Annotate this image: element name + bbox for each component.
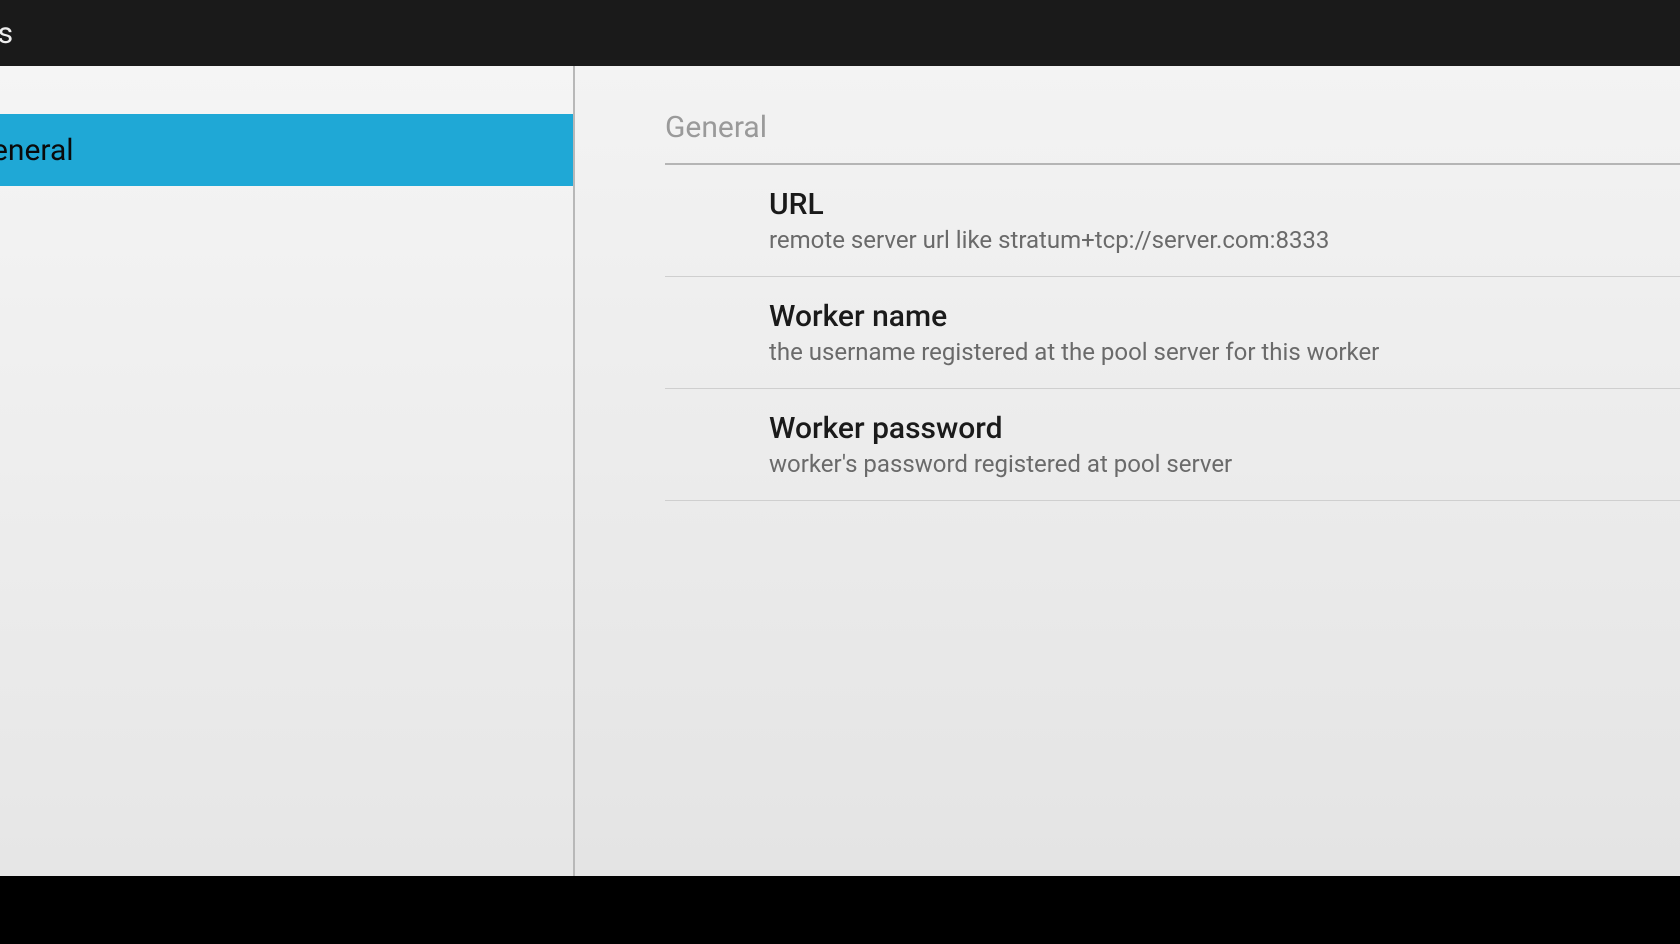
pref-title: Worker password [769, 411, 1660, 446]
action-bar: js [0, 0, 1680, 66]
pref-item-worker-password[interactable]: Worker password worker's password regist… [665, 389, 1680, 501]
sidebar-item-label: eneral [0, 133, 74, 168]
pref-title: Worker name [769, 299, 1660, 334]
preference-list: URL remote server url like stratum+tcp:/… [665, 165, 1680, 501]
pref-item-url[interactable]: URL remote server url like stratum+tcp:/… [665, 165, 1680, 277]
sidebar: eneral [0, 66, 575, 876]
app-root: js eneral General URL remote server url … [0, 0, 1680, 944]
pref-summary: worker's password registered at pool ser… [769, 450, 1660, 478]
pref-title: URL [769, 187, 1660, 222]
body-area: eneral General URL remote server url lik… [0, 66, 1680, 876]
action-bar-title: js [0, 16, 14, 51]
sidebar-item-general[interactable]: eneral [0, 114, 573, 186]
pref-summary: the username registered at the pool serv… [769, 338, 1660, 366]
pref-summary: remote server url like stratum+tcp://ser… [769, 226, 1660, 254]
content-pane: General URL remote server url like strat… [575, 66, 1680, 876]
pref-item-worker-name[interactable]: Worker name the username registered at t… [665, 277, 1680, 389]
bottom-letterbox [0, 876, 1680, 944]
section-header-general: General [665, 110, 1680, 145]
